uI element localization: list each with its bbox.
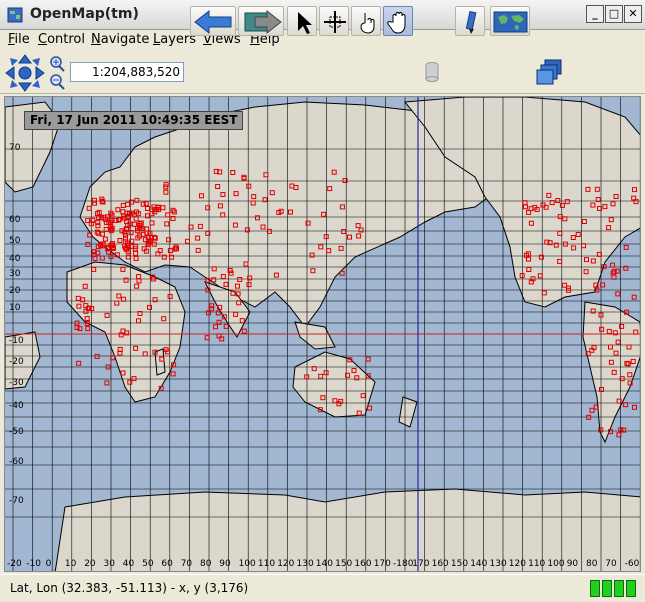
longitude-label: 10	[64, 559, 77, 569]
longitude-label: 160	[431, 559, 449, 569]
close-button[interactable]: ✕	[624, 5, 642, 23]
pan-tool[interactable]	[383, 6, 413, 36]
back-button[interactable]	[190, 6, 236, 36]
world-view-button[interactable]	[490, 6, 530, 36]
forward-button[interactable]	[238, 6, 284, 36]
latitude-label: -20	[9, 357, 24, 367]
longitude-label: 120	[277, 559, 295, 569]
menu-navigate[interactable]: Navigate	[91, 32, 149, 47]
zoom-out-icon[interactable]	[48, 73, 66, 90]
longitude-label: 150	[335, 559, 353, 569]
longitude-label: 100	[238, 559, 256, 569]
select-tool[interactable]	[287, 6, 317, 36]
longitude-label: 0	[45, 559, 52, 569]
longitude-label: 110	[257, 559, 276, 569]
longitude-label: -60	[624, 559, 640, 569]
longitude-label: 170	[412, 559, 430, 569]
longitude-label: 50	[142, 559, 154, 569]
pencil-icon	[465, 10, 477, 34]
memory-indicator-2	[602, 580, 612, 597]
map-canvas[interactable]	[5, 97, 641, 572]
latitude-label: -70	[9, 496, 24, 506]
latitude-label: -30	[9, 378, 24, 388]
latitude-label: 20	[9, 286, 21, 296]
longitude-label: 80	[586, 559, 598, 569]
pan-arrows-icon[interactable]	[5, 54, 45, 92]
latitude-label: -10	[9, 336, 24, 346]
gesture-hand-icon	[360, 13, 375, 34]
longitude-label: 130	[489, 559, 507, 569]
draw-tool[interactable]	[455, 6, 485, 36]
longitude-label: 90	[566, 559, 579, 569]
move-cross-icon	[324, 11, 346, 33]
latitude-label: -40	[9, 401, 24, 411]
longitude-label: 80	[200, 559, 212, 569]
longitude-label: 90	[219, 559, 231, 569]
zoom-in-icon[interactable]	[48, 55, 66, 72]
longitude-label: 160	[354, 559, 372, 569]
longitude-label: 170	[373, 559, 391, 569]
latitude-label: 40	[9, 254, 21, 264]
longitude-label: -180	[393, 559, 414, 569]
longitude-label: 70	[180, 559, 193, 569]
minimize-button[interactable]: _	[586, 5, 604, 23]
longitude-label: 110	[528, 559, 546, 569]
select-arrow-icon	[298, 12, 312, 34]
latitude-label: 50	[9, 236, 21, 246]
longitude-label: 40	[122, 559, 135, 569]
menu-file[interactable]: File	[8, 32, 30, 47]
memory-indicator-1	[590, 580, 600, 597]
longitude-label: 120	[508, 559, 526, 569]
latitude-label: 70	[9, 143, 21, 153]
latitude-label: 30	[9, 269, 21, 279]
map-view[interactable]: Fri, 17 Jun 2011 10:49:35 EEST 70 60 50 40 3…	[4, 96, 641, 572]
longitude-label: -10	[26, 559, 41, 569]
memory-indicator-4	[626, 580, 636, 597]
pan-hand-icon	[387, 12, 406, 34]
forward-arrow-icon	[244, 9, 282, 35]
coordinate-readout: Lat, Lon (32.383, -51.113) - x, y (3,176…	[10, 581, 249, 595]
db-icon	[425, 62, 439, 82]
longitude-label: 150	[450, 559, 469, 569]
longitude-label: 60	[161, 559, 173, 569]
longitude-label: 140	[470, 559, 488, 569]
status-bar: Lat, Lon (32.383, -51.113) - x, y (3,176…	[0, 574, 645, 602]
gesture-tool[interactable]	[351, 6, 381, 36]
move-tool[interactable]	[319, 6, 349, 36]
longitude-label: 20	[84, 559, 96, 569]
latitude-label: -60	[9, 457, 24, 467]
scale-input[interactable]	[70, 62, 184, 82]
layers-icon[interactable]	[535, 57, 565, 87]
maximize-button[interactable]: □	[605, 5, 623, 23]
longitude-label: -20	[7, 559, 22, 569]
timestamp-label: Fri, 17 Jun 2011 10:49:35 EEST	[24, 111, 244, 130]
openmap-app-icon	[7, 7, 23, 23]
back-arrow-icon	[194, 9, 232, 35]
world-map-icon	[493, 11, 528, 33]
latitude-label: 60	[9, 215, 21, 225]
longitude-label: 70	[605, 559, 617, 569]
memory-indicator-3	[614, 580, 624, 597]
latitude-label: -50	[9, 427, 24, 437]
window-title: OpenMap(tm)	[30, 6, 139, 22]
latitude-label: 10	[9, 303, 21, 313]
longitude-label: 100	[547, 559, 565, 569]
longitude-label: 130	[296, 559, 314, 569]
menu-control[interactable]: Control	[38, 32, 85, 47]
longitude-label: 30	[103, 559, 115, 569]
longitude-label: 140	[315, 559, 333, 569]
